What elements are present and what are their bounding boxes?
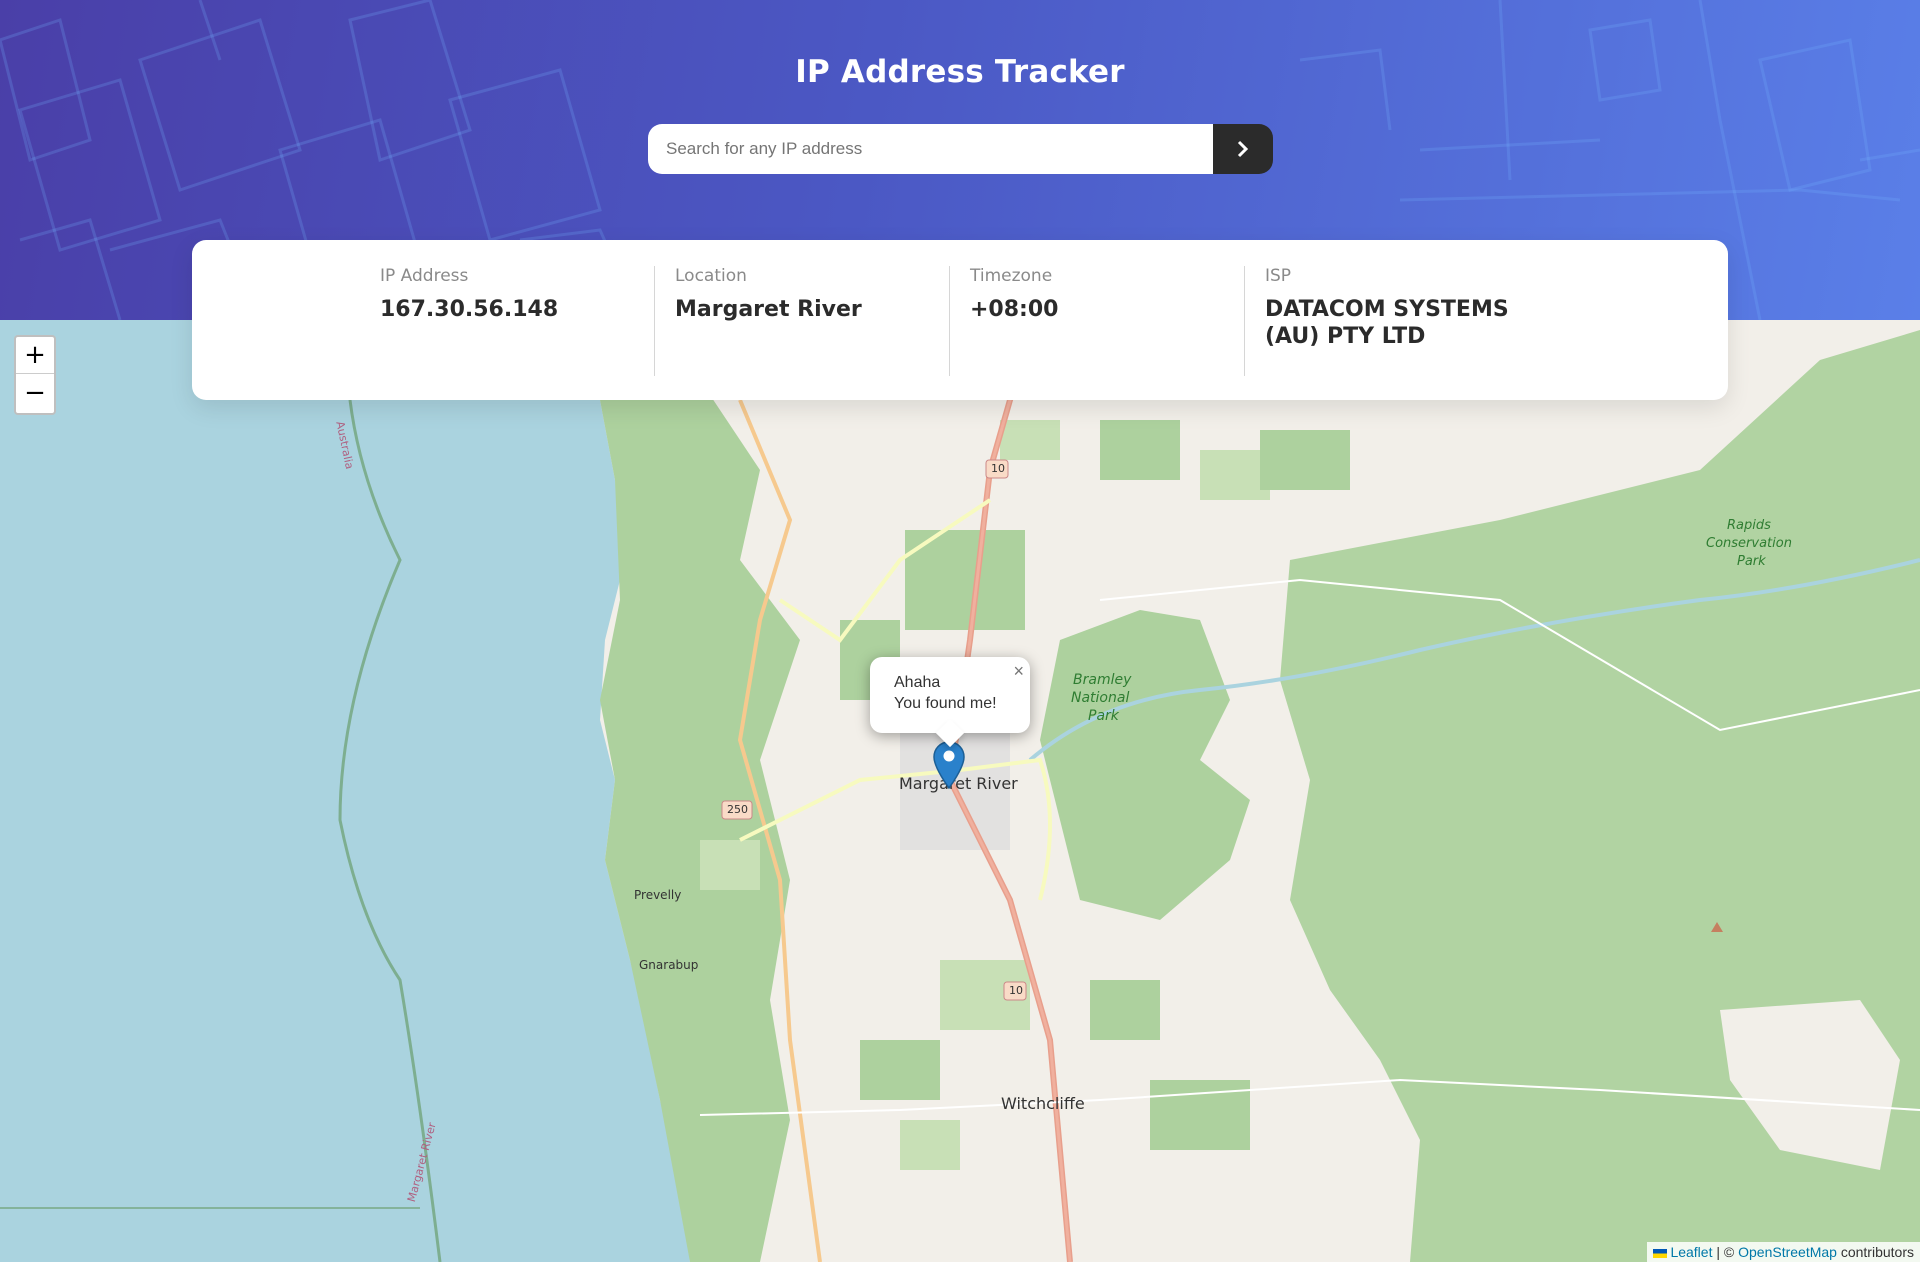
label-bramley-2: National xyxy=(1071,690,1130,706)
ip-address-label: IP Address xyxy=(380,266,469,286)
divider xyxy=(654,266,655,376)
map-pin-icon[interactable] xyxy=(932,740,966,790)
chevron-right-icon xyxy=(1237,140,1249,158)
isp-label: ISP xyxy=(1265,266,1292,286)
zoom-control: + − xyxy=(14,335,56,415)
divider xyxy=(949,266,950,376)
label-prevelly: Prevelly xyxy=(634,888,682,902)
attribution-suffix: contributors xyxy=(1836,1244,1914,1260)
ip-address-stat: IP Address 167.30.56.148 xyxy=(380,266,655,323)
label-rapids-3: Park xyxy=(1737,554,1766,569)
location-value: Margaret River xyxy=(675,297,862,322)
timezone-stat: Timezone +08:00 xyxy=(970,266,1245,323)
search-submit-button[interactable] xyxy=(1213,124,1273,174)
ip-info-card: IP Address 167.30.56.148 Location Margar… xyxy=(192,240,1728,400)
page-title: IP Address Tracker xyxy=(795,54,1125,90)
road-shield-10-south: 10 xyxy=(1009,984,1023,997)
label-bramley-1: Bramley xyxy=(1073,672,1132,688)
isp-stat: ISP DATACOM SYSTEMS (AU) PTY LTD xyxy=(1265,266,1555,350)
ip-address-value: 167.30.56.148 xyxy=(380,297,559,322)
search-form xyxy=(648,124,1273,174)
label-gnarabup: Gnarabup xyxy=(639,958,699,972)
timezone-value: +08:00 xyxy=(970,297,1059,322)
popup-close-button[interactable]: × xyxy=(1013,661,1024,682)
label-bramley-3: Park xyxy=(1088,708,1119,724)
label-rapids-1: Rapids xyxy=(1727,518,1771,533)
ukraine-flag-icon xyxy=(1652,1248,1667,1258)
divider xyxy=(1244,266,1245,376)
zoom-out-button[interactable]: − xyxy=(16,374,54,411)
label-rapids-2: Conservation xyxy=(1706,536,1792,551)
timezone-label: Timezone xyxy=(970,266,1053,286)
isp-value: DATACOM SYSTEMS (AU) PTY LTD xyxy=(1265,297,1509,349)
location-stat: Location Margaret River xyxy=(675,266,950,323)
location-label: Location xyxy=(675,266,747,286)
road-shield-10-north: 10 xyxy=(991,462,1005,475)
leaflet-link[interactable]: Leaflet xyxy=(1670,1244,1712,1260)
ip-search-input[interactable] xyxy=(648,124,1213,174)
label-witchcliffe: Witchcliffe xyxy=(1001,1094,1085,1113)
road-shield-250: 250 xyxy=(727,803,748,816)
zoom-in-button[interactable]: + xyxy=(16,337,54,374)
map-popup: Ahaha You found me! × xyxy=(870,657,1030,748)
popup-line-2: You found me! xyxy=(894,695,997,712)
map-attribution: Leaflet | © OpenStreetMap contributors xyxy=(1646,1242,1920,1262)
popup-line-1: Ahaha xyxy=(894,674,941,691)
openstreetmap-link[interactable]: OpenStreetMap xyxy=(1738,1244,1837,1260)
attribution-separator: | © xyxy=(1712,1244,1739,1260)
